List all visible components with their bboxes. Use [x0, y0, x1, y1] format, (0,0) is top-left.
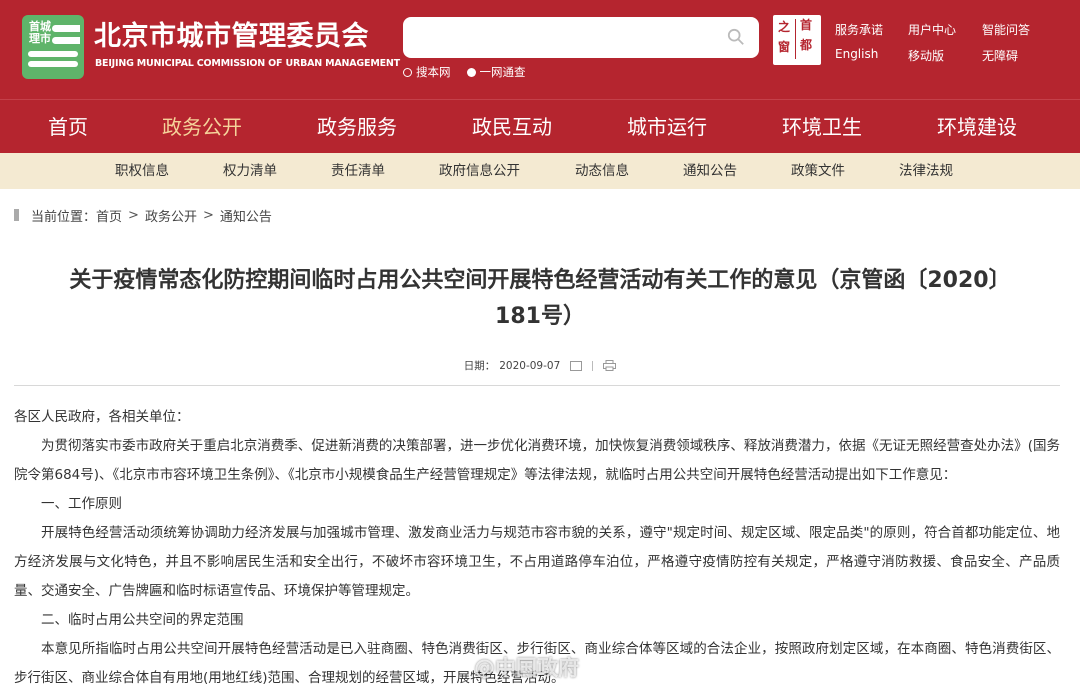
article-meta: 日期： 2020-09-07 — [0, 358, 1080, 373]
publish-date: 2020-09-07 — [499, 359, 561, 372]
section-heading: 一、工作原则 — [41, 496, 122, 512]
sub-nav-authority-info[interactable]: 职权信息 — [115, 153, 169, 189]
breadcrumb-home[interactable]: 首页 — [96, 206, 122, 225]
main-nav: 首页 政务公开 政务服务 政民互动 城市运行 环境卫生 环境建设 — [0, 99, 1080, 153]
sub-nav: 职权信息 权力清单 责任清单 政府信息公开 动态信息 通知公告 政策文件 法律法… — [0, 153, 1080, 189]
service-commitment-link[interactable]: 服务承诺 — [835, 21, 883, 38]
search-scope-all[interactable]: 一网通查 — [466, 64, 526, 80]
font-size-icon[interactable] — [570, 360, 583, 371]
logo-stripe — [28, 61, 78, 67]
breadcrumb-label: 当前位置： — [31, 209, 97, 225]
meta-divider — [592, 360, 594, 371]
search-input[interactable] — [403, 17, 759, 58]
sub-nav-laws-regulations[interactable]: 法律法规 — [899, 153, 953, 189]
seal-char: 都 — [800, 38, 813, 52]
accessibility-link[interactable]: 无障碍 — [982, 47, 1018, 64]
nav-government-affairs-open[interactable]: 政务公开 — [162, 100, 242, 154]
search-icon[interactable] — [727, 28, 745, 46]
breadcrumb-separator: > — [128, 207, 139, 223]
sub-nav-notices[interactable]: 通知公告 — [683, 153, 737, 189]
breadcrumb-separator: > — [202, 207, 214, 223]
breadcrumb-government-affairs[interactable]: 政务公开 — [145, 206, 197, 225]
radio-selected-icon — [466, 67, 476, 77]
article-title-line2: 181号） — [495, 304, 585, 329]
smart-qa-link[interactable]: 智能问答 — [982, 21, 1030, 38]
user-center-link[interactable]: 用户中心 — [908, 21, 956, 38]
breadcrumb: 当前位置： 首页 > 政务公开 > 通知公告 — [14, 205, 272, 225]
site-logo[interactable]: 首城 理市 — [22, 15, 84, 79]
radio-icon — [403, 67, 412, 77]
seal-divider — [795, 19, 796, 59]
nav-sanitation[interactable]: 环境卫生 — [782, 100, 862, 154]
section-heading: 二、临时占用公共空间的界定范围 — [41, 612, 244, 628]
date-label: 日期： — [463, 360, 496, 372]
nav-environment-construction[interactable]: 环境建设 — [937, 100, 1017, 154]
watermark: @中国政府 — [474, 656, 579, 680]
logo-stripe — [28, 51, 78, 57]
seal-char: 首 — [800, 18, 813, 32]
seal-subtitle: Beijing-China — [776, 57, 820, 65]
article-title: 关于疫情常态化防控期间临时占用公共空间开展特色经营活动有关工作的意见（京管函〔2… — [10, 263, 1070, 335]
logo-stripe — [52, 37, 80, 44]
sub-nav-news[interactable]: 动态信息 — [575, 153, 629, 189]
salutation: 各区人民政府，各相关单位： — [14, 409, 190, 425]
seal-char: 之 — [778, 20, 791, 34]
print-icon[interactable] — [603, 360, 617, 371]
nav-home[interactable]: 首页 — [48, 100, 88, 154]
english-link[interactable]: English — [835, 47, 878, 61]
logo-text: 首城 理市 — [29, 20, 51, 45]
mobile-version-link[interactable]: 移动版 — [908, 47, 944, 64]
sub-nav-gov-info-disclosure[interactable]: 政府信息公开 — [439, 153, 520, 189]
article-divider — [14, 385, 1060, 386]
logo-stripe — [52, 25, 80, 32]
search-scope-site[interactable]: 搜本网 — [403, 64, 451, 80]
paragraph: 开展特色经营活动须统筹协调助力经济发展与加强城市管理、激发商业活力与规范市容市貌… — [14, 525, 1060, 599]
breadcrumb-notices[interactable]: 通知公告 — [220, 206, 272, 225]
seal-char: 窗 — [778, 40, 791, 54]
paragraph: 为贯彻落实市委市政府关于重启北京消费季、促进新消费的决策部署，进一步优化消费环境… — [14, 438, 1060, 483]
sub-nav-policy-documents[interactable]: 政策文件 — [791, 153, 845, 189]
nav-government-services[interactable]: 政务服务 — [317, 100, 397, 154]
sub-nav-responsibility-list[interactable]: 责任清单 — [331, 153, 385, 189]
breadcrumb-marker — [14, 209, 19, 221]
nav-city-operation[interactable]: 城市运行 — [627, 100, 707, 154]
article-body: 各区人民政府，各相关单位： 为贯彻落实市委市政府关于重启北京消费季、促进新消费的… — [14, 403, 1060, 689]
article-title-line1: 关于疫情常态化防控期间临时占用公共空间开展特色经营活动有关工作的意见（京管函〔2… — [69, 268, 1011, 293]
sub-nav-power-list[interactable]: 权力清单 — [223, 153, 277, 189]
nav-public-interaction[interactable]: 政民互动 — [472, 100, 552, 154]
site-title[interactable]: 北京市城市管理委员会 — [94, 20, 369, 54]
site-subtitle: BEIJING MUNICIPAL COMMISSION OF URBAN MA… — [95, 58, 400, 69]
header: 首城 理市 北京市城市管理委员会 BEIJING MUNICIPAL COMMI… — [0, 0, 1080, 99]
search-scope-options: 搜本网 一网通查 — [403, 64, 542, 80]
